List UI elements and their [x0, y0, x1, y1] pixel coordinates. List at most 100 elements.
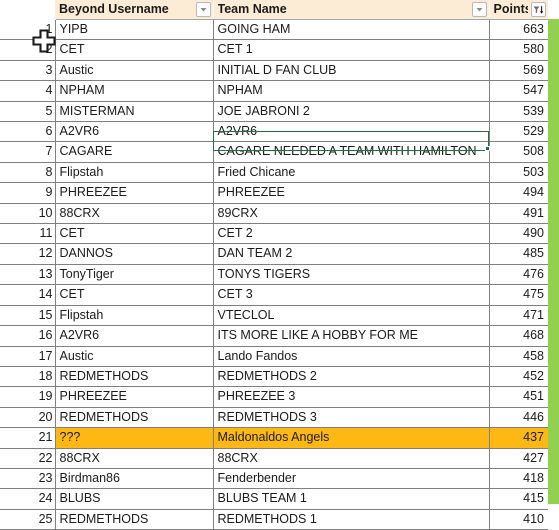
row-number-cell[interactable]: 19	[0, 386, 56, 408]
table-row[interactable]: 15 Flipstah VTECLOL 471	[0, 305, 548, 327]
row-number-cell[interactable]: 11	[0, 223, 56, 245]
cell-username[interactable]: CAGARE	[55, 141, 214, 163]
cell-username[interactable]: PHREEZEE	[55, 386, 214, 408]
table-row[interactable]: 19 PHREEZEE PHREEZEE 3 451	[0, 386, 548, 408]
cell-username[interactable]: TonyTiger	[55, 264, 214, 286]
cell-team-name[interactable]: A2VR6	[213, 121, 490, 143]
cell-team-name[interactable]: Fried Chicane	[213, 162, 490, 184]
cell-team-name[interactable]: NPHAM	[213, 80, 490, 102]
table-row[interactable]: 16 A2VR6 ITS MORE LIKE A HOBBY FOR ME 468	[0, 325, 548, 347]
table-row[interactable]: 11 CET CET 2 490	[0, 223, 548, 245]
cell-username[interactable]: 88CRX	[55, 203, 214, 225]
cell-points[interactable]: 476	[489, 264, 548, 286]
row-number-cell[interactable]: 6	[0, 121, 56, 143]
chevron-down-icon[interactable]	[195, 2, 211, 17]
table-row[interactable]: 17 Austic Lando Fandos 458	[0, 346, 548, 367]
cell-points[interactable]: 451	[489, 386, 548, 408]
table-row[interactable]: 20 REDMETHODS REDMETHODS 3 446	[0, 407, 548, 429]
cell-points[interactable]: 458	[489, 346, 548, 367]
cell-username[interactable]: A2VR6	[55, 325, 214, 347]
row-number-cell[interactable]: 5	[0, 101, 56, 123]
row-number-cell[interactable]: 2	[0, 39, 56, 61]
cell-team-name[interactable]: REDMETHODS 3	[213, 407, 490, 429]
table-row[interactable]: 18 REDMETHODS REDMETHODS 2 452	[0, 366, 548, 388]
cell-team-name[interactable]: CET 1	[213, 39, 490, 61]
cell-team-name[interactable]: CAGARE NEEDED A TEAM WITH HAMILTON	[213, 141, 490, 163]
table-row[interactable]: 3 Austic INITIAL D FAN CLUB 569	[0, 60, 548, 82]
cell-username[interactable]: PHREEZEE	[55, 182, 214, 204]
cell-username[interactable]: NPHAM	[55, 80, 214, 102]
table-row[interactable]: 9 PHREEZEE PHREEZEE 494	[0, 182, 548, 204]
row-number-cell[interactable]: 16	[0, 325, 56, 347]
cell-username[interactable]: Austic	[55, 346, 214, 367]
row-number-cell[interactable]: 14	[0, 284, 56, 306]
cell-points[interactable]: 490	[489, 223, 548, 245]
fill-handle[interactable]	[485, 146, 490, 151]
sort-descending-filter-icon[interactable]	[531, 2, 546, 17]
table-row[interactable]: 2 CET CET 1 580	[0, 39, 548, 61]
cell-username[interactable]: REDMETHODS	[55, 366, 214, 388]
table-row[interactable]: 25 REDMETHODS REDMETHODS 1 410	[0, 509, 548, 530]
row-number-cell[interactable]: 21	[0, 427, 56, 449]
cell-team-name[interactable]: PHREEZEE	[213, 182, 490, 204]
cell-points[interactable]: 475	[489, 284, 548, 306]
table-row[interactable]: 6 A2VR6 A2VR6 529	[0, 121, 548, 143]
row-number-cell[interactable]: 24	[0, 488, 56, 510]
cell-username[interactable]: Austic	[55, 60, 214, 82]
cell-username[interactable]: CET	[55, 223, 214, 245]
cell-username[interactable]: MISTERMAN	[55, 101, 214, 123]
table-row[interactable]: 13 TonyTiger TONYS TIGERS 476	[0, 264, 548, 286]
cell-points[interactable]: 415	[489, 488, 548, 510]
table-row[interactable]: 7 CAGARE CAGARE NEEDED A TEAM WITH HAMILTO…	[0, 141, 548, 163]
row-number-cell[interactable]: 1	[0, 19, 56, 41]
cell-team-name[interactable]: REDMETHODS 2	[213, 366, 490, 388]
cell-username[interactable]: YIPB	[55, 19, 214, 41]
table-row[interactable]: 14 CET CET 3 475	[0, 284, 548, 306]
cell-points[interactable]: 418	[489, 468, 548, 490]
cell-username[interactable]: ???	[55, 427, 214, 449]
cell-points[interactable]: 471	[489, 305, 548, 327]
cell-team-name[interactable]: CET 3	[213, 284, 490, 306]
cell-team-name[interactable]: JOE JABRONI 2	[213, 101, 490, 123]
row-number-cell[interactable]: 3	[0, 60, 56, 82]
cell-username[interactable]: CET	[55, 39, 214, 61]
cell-username[interactable]: REDMETHODS	[55, 407, 214, 429]
table-row[interactable]: 12 DANNOS DAN TEAM 2 485	[0, 243, 548, 265]
cell-team-name[interactable]: CET 2	[213, 223, 490, 245]
table-row[interactable]: 1 YIPB GOING HAM 663	[0, 19, 548, 41]
cell-points[interactable]: 508	[489, 141, 548, 163]
chevron-down-icon[interactable]	[471, 2, 487, 17]
cell-team-name[interactable]: GOING HAM	[213, 19, 490, 41]
row-number-cell[interactable]: 17	[0, 346, 56, 367]
row-number-cell[interactable]: 10	[0, 203, 56, 225]
cell-username[interactable]: Flipstah	[55, 305, 214, 327]
row-number-cell[interactable]: 23	[0, 468, 56, 490]
column-header-username[interactable]: Beyond Username	[55, 0, 214, 20]
cell-team-name[interactable]: PHREEZEE 3	[213, 386, 490, 408]
cell-username[interactable]: A2VR6	[55, 121, 214, 143]
cell-points[interactable]: 529	[489, 121, 548, 143]
row-number-cell[interactable]: 12	[0, 243, 56, 265]
cell-points[interactable]: 503	[489, 162, 548, 184]
cell-points[interactable]: 494	[489, 182, 548, 204]
table-row[interactable]: 10 88CRX 89CRX 491	[0, 203, 548, 225]
table-row[interactable]: 21??? Maldonaldos Angels 437	[0, 427, 548, 449]
row-number-cell[interactable]: 4	[0, 80, 56, 102]
row-number-cell[interactable]: 8	[0, 162, 56, 184]
cell-points[interactable]: 663	[489, 19, 548, 41]
cell-team-name[interactable]: BLUBS TEAM 1	[213, 488, 490, 510]
cell-points[interactable]: 539	[489, 101, 548, 123]
cell-points[interactable]: 491	[489, 203, 548, 225]
cell-team-name[interactable]: 88CRX	[213, 448, 490, 469]
cell-team-name[interactable]: ITS MORE LIKE A HOBBY FOR ME	[213, 325, 490, 347]
cell-points[interactable]: 437	[489, 427, 548, 449]
table-row[interactable]: 23 Birdman86 Fenderbender 418	[0, 468, 548, 490]
cell-team-name[interactable]: INITIAL D FAN CLUB	[213, 60, 490, 82]
cell-team-name[interactable]: Lando Fandos	[213, 346, 490, 367]
table-row[interactable]: 8 Flipstah Fried Chicane 503	[0, 162, 548, 184]
cell-points[interactable]: 569	[489, 60, 548, 82]
row-number-cell[interactable]: 15	[0, 305, 56, 327]
row-number-cell[interactable]: 22	[0, 448, 56, 469]
cell-points[interactable]: 547	[489, 80, 548, 102]
cell-username[interactable]: 88CRX	[55, 448, 214, 469]
